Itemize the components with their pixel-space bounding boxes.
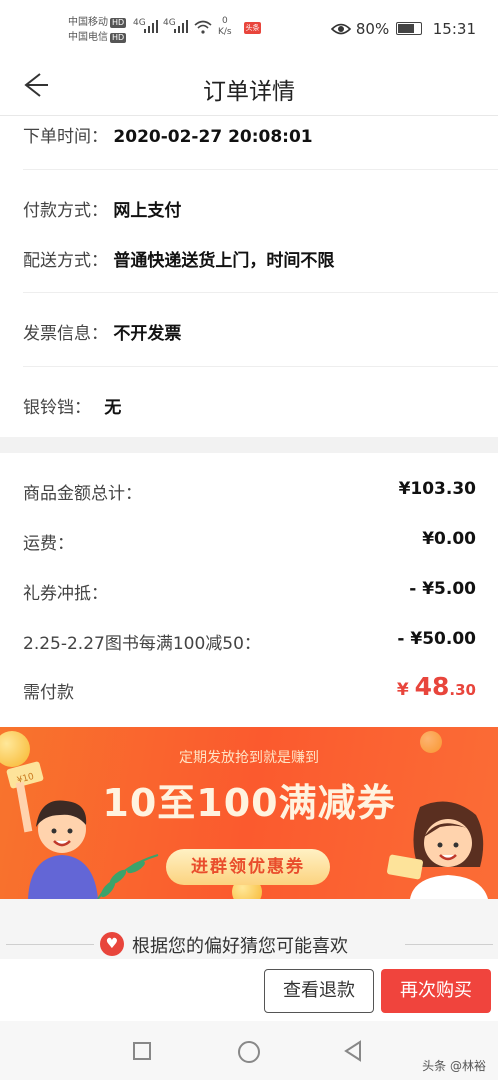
banner-subtitle: 定期发放抢到就是赚到 — [179, 750, 319, 766]
payment-method-value: 网上支付 — [113, 201, 182, 221]
order-time-value: 2020-02-27 20:08:01 — [113, 127, 313, 147]
battery-icon — [395, 22, 422, 35]
carrier-info: 中国移动 HD 中国电信 HD — [68, 15, 127, 45]
invoice-value: 不开发票 — [113, 324, 182, 344]
section-gap — [0, 437, 498, 453]
amount-value-coupon: - ¥5.00 — [409, 579, 476, 599]
coupon-banner[interactable]: ¥10 定期发放抢到就是赚到 10至100满减券 进群领优惠券 — [0, 727, 498, 899]
net-speed: 0 K/s — [218, 16, 232, 38]
amount-value-shipping: ¥0.00 — [422, 529, 476, 549]
silver-bell-value: 无 — [104, 398, 122, 418]
action-bar: 查看退款 再次购买 — [0, 959, 498, 1021]
eye-icon — [330, 23, 352, 35]
divider — [23, 292, 498, 293]
news-app-icon: 头条 — [244, 22, 261, 34]
banner-title: 10至100满减券 — [102, 781, 396, 825]
watermark-text: 头条 @林裕 — [422, 1059, 486, 1073]
delivery-method-row: 配送方式： 普通快递送货上门，时间不限 — [23, 246, 334, 271]
plant-illustration — [97, 854, 159, 899]
delivery-method-label: 配送方式： — [23, 251, 108, 271]
payment-method-row: 付款方式： 网上支付 — [23, 196, 181, 221]
amount-due-value: ¥ 48.30 — [397, 672, 476, 701]
divider — [23, 169, 498, 170]
amount-label-subtotal: 商品金额总计： — [23, 484, 142, 504]
divider — [405, 944, 493, 945]
hd-badge: HD — [110, 18, 127, 28]
carrier-2: 中国电信 — [68, 32, 108, 43]
order-time-row: 下单时间： 2020-02-27 20:08:01 — [23, 122, 313, 147]
page-title: 订单详情 — [203, 79, 295, 105]
clock: 15:31 — [432, 20, 476, 38]
invoice-label: 发票信息： — [23, 324, 108, 344]
amount-label-promotion: 2.25-2.27图书每满100减50： — [23, 634, 261, 654]
signal-icon — [144, 20, 158, 33]
net-speed-value: 0 — [221, 16, 228, 26]
heart-icon: ♥ — [100, 932, 124, 956]
signal-icon — [174, 20, 188, 33]
system-nav-bar: 头条 @林裕 — [0, 1021, 498, 1080]
divider — [23, 366, 498, 367]
payment-method-label: 付款方式： — [23, 201, 108, 221]
amount-label-coupon: 礼券冲抵： — [23, 584, 108, 604]
back-triangle-icon[interactable] — [343, 1040, 363, 1062]
amount-value-promotion: - ¥50.00 — [397, 629, 476, 649]
recent-apps-icon[interactable] — [133, 1042, 151, 1060]
amount-due-integer: 48 — [414, 672, 450, 701]
net-speed-unit: K/s — [218, 27, 232, 37]
right-status: 80% 15:31 — [330, 20, 476, 38]
carrier-1: 中国移动 — [68, 17, 108, 28]
amount-value-subtotal: ¥103.30 — [398, 479, 476, 499]
view-refund-button[interactable]: 查看退款 — [264, 969, 374, 1013]
silver-bell-row: 银铃铛： 无 — [23, 393, 121, 418]
amount-due-label: 需付款 — [23, 683, 74, 703]
home-icon[interactable] — [238, 1041, 260, 1063]
buy-again-button[interactable]: 再次购买 — [381, 969, 491, 1013]
recommend-title: 根据您的偏好猜您可能喜欢 — [132, 936, 348, 957]
divider — [6, 944, 94, 945]
status-bar: 中国移动 HD 中国电信 HD 4G 4G 0 K/s 头条 80% 15:31 — [0, 0, 498, 60]
amount-label-shipping: 运费： — [23, 534, 74, 554]
amount-due-currency: ¥ — [396, 680, 409, 700]
invoice-row: 发票信息： 不开发票 — [23, 319, 181, 344]
battery-percent: 80% — [355, 20, 390, 38]
nav-header: 订单详情 — [0, 60, 498, 116]
silver-bell-label: 银铃铛： — [23, 398, 91, 418]
join-group-coupon-button[interactable]: 进群领优惠券 — [166, 849, 330, 885]
amount-due-decimal: .30 — [449, 681, 476, 699]
order-time-label: 下单时间： — [23, 127, 108, 147]
delivery-method-value: 普通快递送货上门，时间不限 — [113, 251, 335, 271]
hd-badge: HD — [110, 33, 127, 43]
wifi-icon — [194, 20, 212, 34]
